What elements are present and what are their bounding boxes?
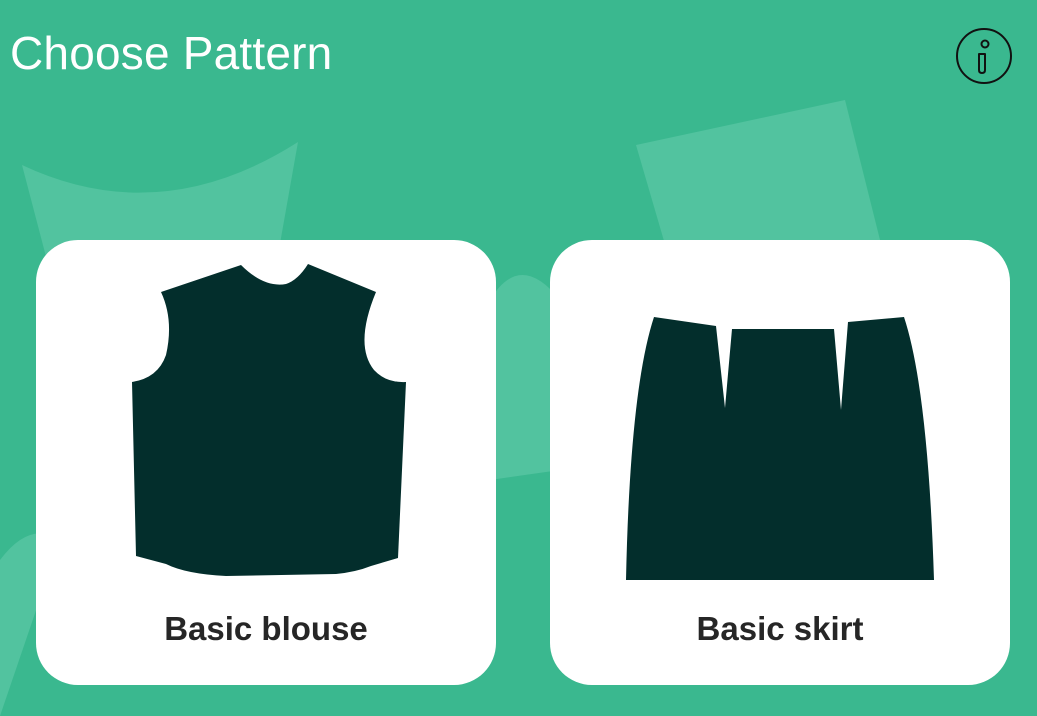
pattern-label: Basic skirt xyxy=(696,610,864,647)
pattern-card-basic-skirt[interactable]: Basic skirt xyxy=(550,240,1010,685)
pattern-card-basic-blouse[interactable]: Basic blouse xyxy=(36,240,496,685)
info-button[interactable] xyxy=(955,27,1013,85)
page-title: Choose Pattern xyxy=(10,27,333,79)
info-icon xyxy=(956,28,1012,84)
pattern-label: Basic blouse xyxy=(164,610,368,647)
